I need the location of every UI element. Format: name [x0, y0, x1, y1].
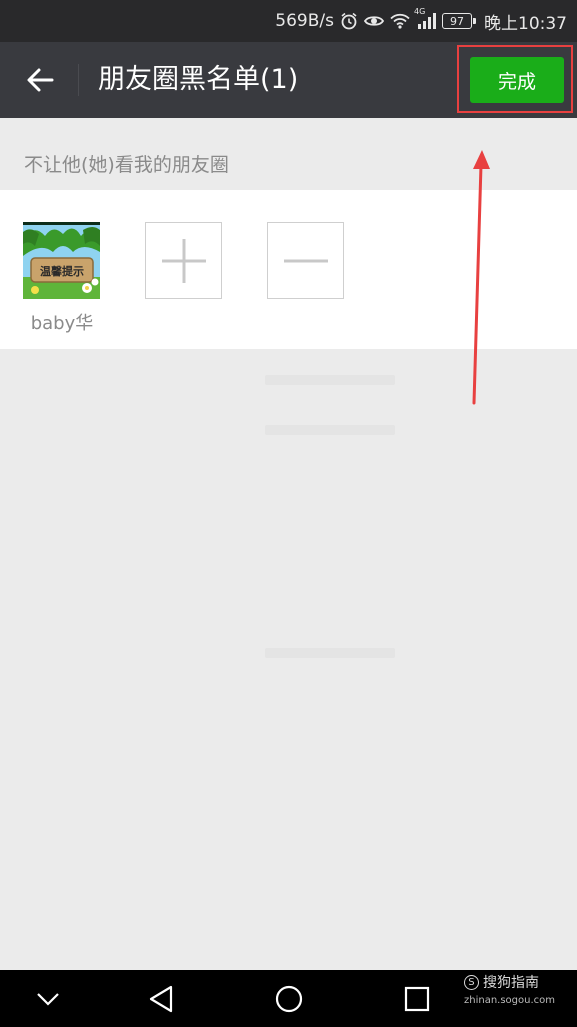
- section-header: 不让他(她)看我的朋友圈: [24, 154, 229, 176]
- nav-back-button[interactable]: [121, 970, 201, 1027]
- circle-home-icon: [275, 985, 303, 1012]
- member-name: baby华: [30, 313, 94, 334]
- square-recents-icon: [404, 986, 430, 1011]
- chevron-down-icon: [37, 992, 59, 1006]
- network-speed: 569B/s: [275, 11, 334, 31]
- triangle-back-icon: [149, 985, 173, 1012]
- clock: 晚上10:37: [484, 13, 567, 34]
- battery-level: 97: [450, 14, 464, 28]
- member-item[interactable]: 温馨提示 baby华: [23, 222, 101, 335]
- status-bar: 569B/s 4G 97 晚上10:37: [0, 0, 577, 42]
- members-panel: 温馨提示 baby华: [0, 190, 577, 349]
- avatar: 温馨提示: [23, 222, 100, 299]
- back-arrow-icon: [27, 68, 54, 92]
- watermark: S 搜狗指南 zhinan.sogou.com: [463, 972, 555, 1006]
- add-member-button[interactable]: [145, 222, 222, 299]
- background-ghost-line: [265, 648, 395, 658]
- plus-icon: [161, 238, 206, 283]
- title-divider: [78, 64, 79, 96]
- alarm-icon: [340, 12, 358, 30]
- minus-icon: [283, 259, 328, 262]
- signal-label: 4G: [414, 7, 426, 16]
- cell-signal-icon: 4G: [414, 7, 436, 29]
- watermark-url: zhinan.sogou.com: [463, 995, 555, 1006]
- remove-member-button[interactable]: [267, 222, 344, 299]
- eye-icon: [364, 13, 384, 29]
- nav-hide-button[interactable]: [8, 970, 88, 1027]
- sogou-logo-icon: S: [463, 974, 479, 990]
- nav-recents-button[interactable]: [377, 970, 457, 1027]
- watermark-brand: 搜狗指南: [482, 975, 539, 991]
- background-ghost-line: [265, 425, 395, 435]
- page-title: 朋友圈黑名单(1): [98, 64, 299, 95]
- wifi-icon: [390, 13, 410, 29]
- avatar-sign-text: 温馨提示: [40, 264, 84, 278]
- done-button[interactable]: 完成: [470, 57, 564, 103]
- battery-icon: 97: [442, 13, 476, 29]
- nav-home-button[interactable]: [249, 970, 329, 1027]
- back-button[interactable]: [10, 42, 70, 118]
- background-ghost-line: [265, 375, 395, 385]
